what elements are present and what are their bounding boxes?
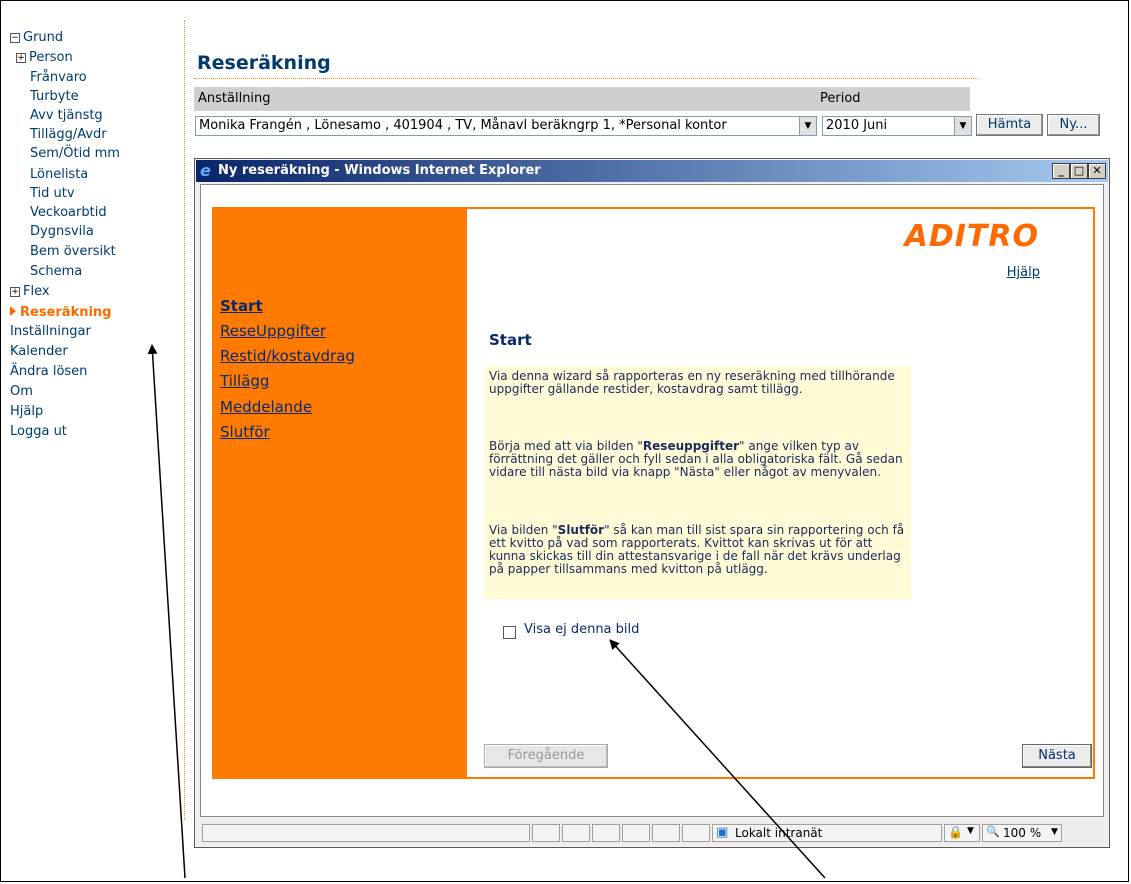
employment-select[interactable]: Monika Frangén , Lönesamo , 401904 , TV,…	[195, 116, 817, 136]
sidebar-item-lonelista[interactable]: Lönelista	[30, 167, 88, 183]
minimize-button[interactable]: _	[1052, 163, 1070, 179]
sidebar-item-tid-utv[interactable]: Tid utv	[30, 186, 75, 202]
sidebar-item-veckoarbtid[interactable]: Veckoarbtid	[30, 205, 107, 221]
wizard-nav-slutfor[interactable]: Slutför	[220, 423, 270, 441]
protected-mode-cell[interactable]: 🔒 ▼	[944, 824, 980, 842]
sidebar-item-andra-losen[interactable]: Ändra lösen	[10, 364, 87, 380]
previous-button[interactable]: Föregående	[484, 744, 608, 768]
sidebar-item-reserakning[interactable]: Reseräkning	[10, 305, 111, 321]
fetch-button[interactable]: Hämta	[976, 114, 1043, 136]
zone-cell: ▣ Lokalt intranät	[712, 824, 942, 842]
ie-popup-window: e Ny reseräkning - Windows Internet Expl…	[194, 158, 1110, 848]
hide-screen-label[interactable]: Visa ej denna bild	[524, 622, 639, 637]
next-button[interactable]: Nästa	[1022, 744, 1092, 768]
wizard-nav-meddelande[interactable]: Meddelande	[220, 398, 312, 416]
expand-icon[interactable]: +	[16, 53, 26, 63]
info-paragraph-intro: Via denna wizard så rapporteras en ny re…	[489, 369, 895, 396]
period-select[interactable]: 2010 Juni ▼	[822, 116, 972, 136]
close-button[interactable]: ✕	[1088, 163, 1106, 179]
chevron-down-icon[interactable]: ▼	[799, 117, 816, 135]
wizard-nav: Start ReseUppgifter Restid/kostavdrag Ti…	[214, 209, 467, 777]
sidebar-item-installningar[interactable]: Inställningar	[10, 324, 91, 340]
sidebar-item-kalender[interactable]: Kalender	[10, 344, 68, 360]
new-button[interactable]: Ny...	[1047, 114, 1100, 136]
info-text: Via bilden "	[489, 523, 558, 537]
help-link[interactable]: Hjälp	[1007, 265, 1040, 280]
sidebar-item-person[interactable]: + Person	[16, 50, 73, 66]
intranet-icon: ▣	[716, 825, 729, 840]
sidebar-item-label: Person	[29, 50, 73, 65]
sidebar-item-label: Grund	[23, 30, 64, 45]
sidebar-item-turbyte[interactable]: Turbyte	[30, 89, 79, 105]
sidebar-item-flex[interactable]: + Flex	[10, 284, 50, 300]
sidebar-item-bem-oversikt[interactable]: Bem översikt	[30, 244, 116, 260]
sidebar-item-schema[interactable]: Schema	[30, 264, 82, 280]
info-paragraph-reseuppgifter: Börja med att via bilden "Reseuppgifter"…	[489, 440, 909, 479]
sidebar-item-label: Reseräkning	[20, 305, 112, 320]
info-bold-text: Reseuppgifter	[642, 439, 740, 453]
wizard-nav-start[interactable]: Start	[220, 297, 263, 315]
wizard-nav-reseuppgifter[interactable]: ReseUppgifter	[220, 322, 326, 340]
employment-select-value: Monika Frangén , Lönesamo , 401904 , TV,…	[199, 118, 727, 133]
wizard-step-heading: Start	[489, 331, 532, 349]
window-titlebar[interactable]: e Ny reseräkning - Windows Internet Expl…	[196, 160, 1108, 182]
status-cell	[622, 824, 650, 842]
sidebar-item-tillagg-avdr[interactable]: Tillägg/Avdr	[30, 127, 107, 143]
sidebar-divider	[184, 20, 185, 820]
period-header: Period	[816, 87, 970, 111]
status-cell	[562, 824, 590, 842]
wizard-nav-tillagg[interactable]: Tillägg	[220, 372, 269, 390]
info-text: Börja med att via bilden "	[489, 439, 643, 453]
info-box: Via denna wizard så rapporteras en ny re…	[484, 366, 911, 599]
chevron-down-icon: ▼	[1051, 827, 1058, 837]
period-select-value: 2010 Juni	[826, 118, 888, 133]
sidebar-item-label: Flex	[23, 284, 50, 299]
current-indicator-icon	[10, 306, 16, 316]
window-title: Ny reseräkning - Windows Internet Explor…	[218, 163, 541, 178]
aditro-logo: ADITRO	[904, 219, 1039, 254]
wizard-nav-restid[interactable]: Restid/kostavdrag	[220, 347, 355, 365]
info-bold-text: Slutför	[557, 523, 605, 537]
ie-logo-icon: e	[200, 161, 211, 180]
info-paragraph-slutfor: Via bilden "Slutför" så kan man till sis…	[489, 524, 909, 576]
sidebar-item-hjalp[interactable]: Hjälp	[10, 404, 43, 420]
chevron-down-icon: ▼	[967, 826, 974, 836]
title-divider	[194, 78, 978, 79]
sidebar-item-dygnsvila[interactable]: Dygnsvila	[30, 224, 94, 240]
zoom-control[interactable]: 🔍 100 % ▼	[982, 824, 1062, 842]
lock-icon: 🔒	[948, 825, 963, 839]
status-cell	[682, 824, 710, 842]
zone-label: Lokalt intranät	[735, 826, 823, 840]
wizard-panel: Start ReseUppgifter Restid/kostavdrag Ti…	[212, 207, 1095, 779]
sidebar-item-sem-otid[interactable]: Sem/Ötid mm	[30, 146, 120, 162]
page-title: Reseräkning	[197, 52, 331, 74]
sidebar-item-grund[interactable]: − Grund	[10, 30, 63, 46]
sidebar-item-om[interactable]: Om	[10, 384, 33, 400]
expand-icon[interactable]: +	[10, 287, 20, 297]
status-text-cell	[202, 824, 530, 842]
chevron-down-icon[interactable]: ▼	[954, 117, 971, 135]
zoom-icon: 🔍	[986, 825, 1000, 838]
sidebar-item-logga-ut[interactable]: Logga ut	[10, 424, 67, 440]
status-cell	[532, 824, 560, 842]
maximize-button[interactable]: □	[1070, 163, 1088, 179]
sidebar-item-avv-tjanstg[interactable]: Avv tjänstg	[30, 108, 103, 124]
ie-status-bar: ▣ Lokalt intranät 🔒 ▼ 🔍 100 % ▼	[200, 822, 1104, 844]
zoom-level: 100 %	[1003, 826, 1042, 840]
employment-header: Anställning	[194, 87, 816, 111]
sidebar-item-franvaro[interactable]: Frånvaro	[30, 70, 87, 86]
hide-screen-checkbox[interactable]	[503, 626, 516, 639]
ie-content-area: Start ReseUppgifter Restid/kostavdrag Ti…	[200, 184, 1104, 817]
status-cell	[592, 824, 620, 842]
status-cell	[652, 824, 680, 842]
collapse-icon[interactable]: −	[10, 33, 20, 43]
